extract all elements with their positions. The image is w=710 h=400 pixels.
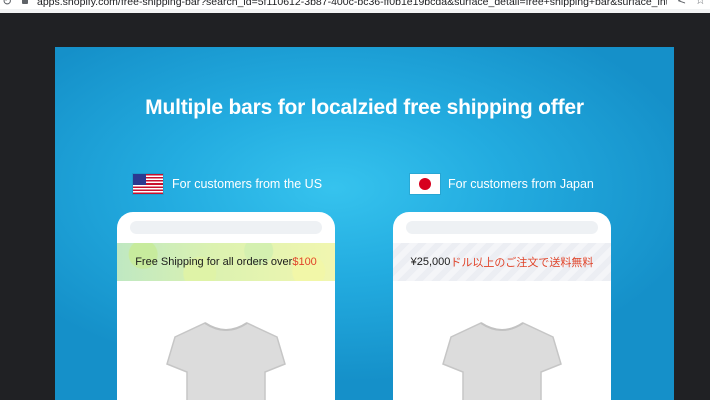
phone-address-pill [130,221,322,234]
tshirt-icon [166,322,286,400]
us-free-shipping-bar: Free Shipping for all orders over $100 [117,243,335,281]
us-bar-amount: $100 [292,256,317,268]
bookmark-star-icon[interactable]: ☆ [695,0,706,6]
japan-free-shipping-bar: ¥25,000 ドル以上のご注文で送料無料 [393,243,611,281]
japan-region-label: For customers from Japan [448,177,594,191]
japan-flag-icon [410,174,440,194]
us-region-label: For customers from the US [172,177,323,191]
phone-address-pill [406,221,598,234]
japan-bar-prefix: ¥25,000 [410,256,451,268]
us-phone-mockup: Free Shipping for all orders over $100 [117,212,335,400]
japan-bar-text: ドル以上のご注文で送料無料 [450,257,594,269]
browser-toolbar-strip [0,9,710,13]
japan-phone-mockup: ¥25,000 ドル以上のご注文で送料無料 [393,212,611,400]
us-bar-text: Free Shipping for all orders over [135,256,293,268]
reload-icon[interactable]: ↻ [2,0,12,7]
browser-address-bar[interactable]: ↻ apps.shopify.com/free-shipping-bar?sea… [0,0,710,9]
us-flag-canton [133,174,146,185]
app-feature-banner: Multiple bars for localzied free shippin… [55,47,674,400]
lock-icon [22,0,28,4]
share-icon[interactable]: < [677,0,686,7]
us-flag-icon [133,174,163,194]
japan-flag-disc [419,178,431,190]
tshirt-icon [442,322,562,400]
url-text[interactable]: apps.shopify.com/free-shipping-bar?searc… [37,0,667,8]
banner-headline: Multiple bars for localzied free shippin… [145,96,584,119]
